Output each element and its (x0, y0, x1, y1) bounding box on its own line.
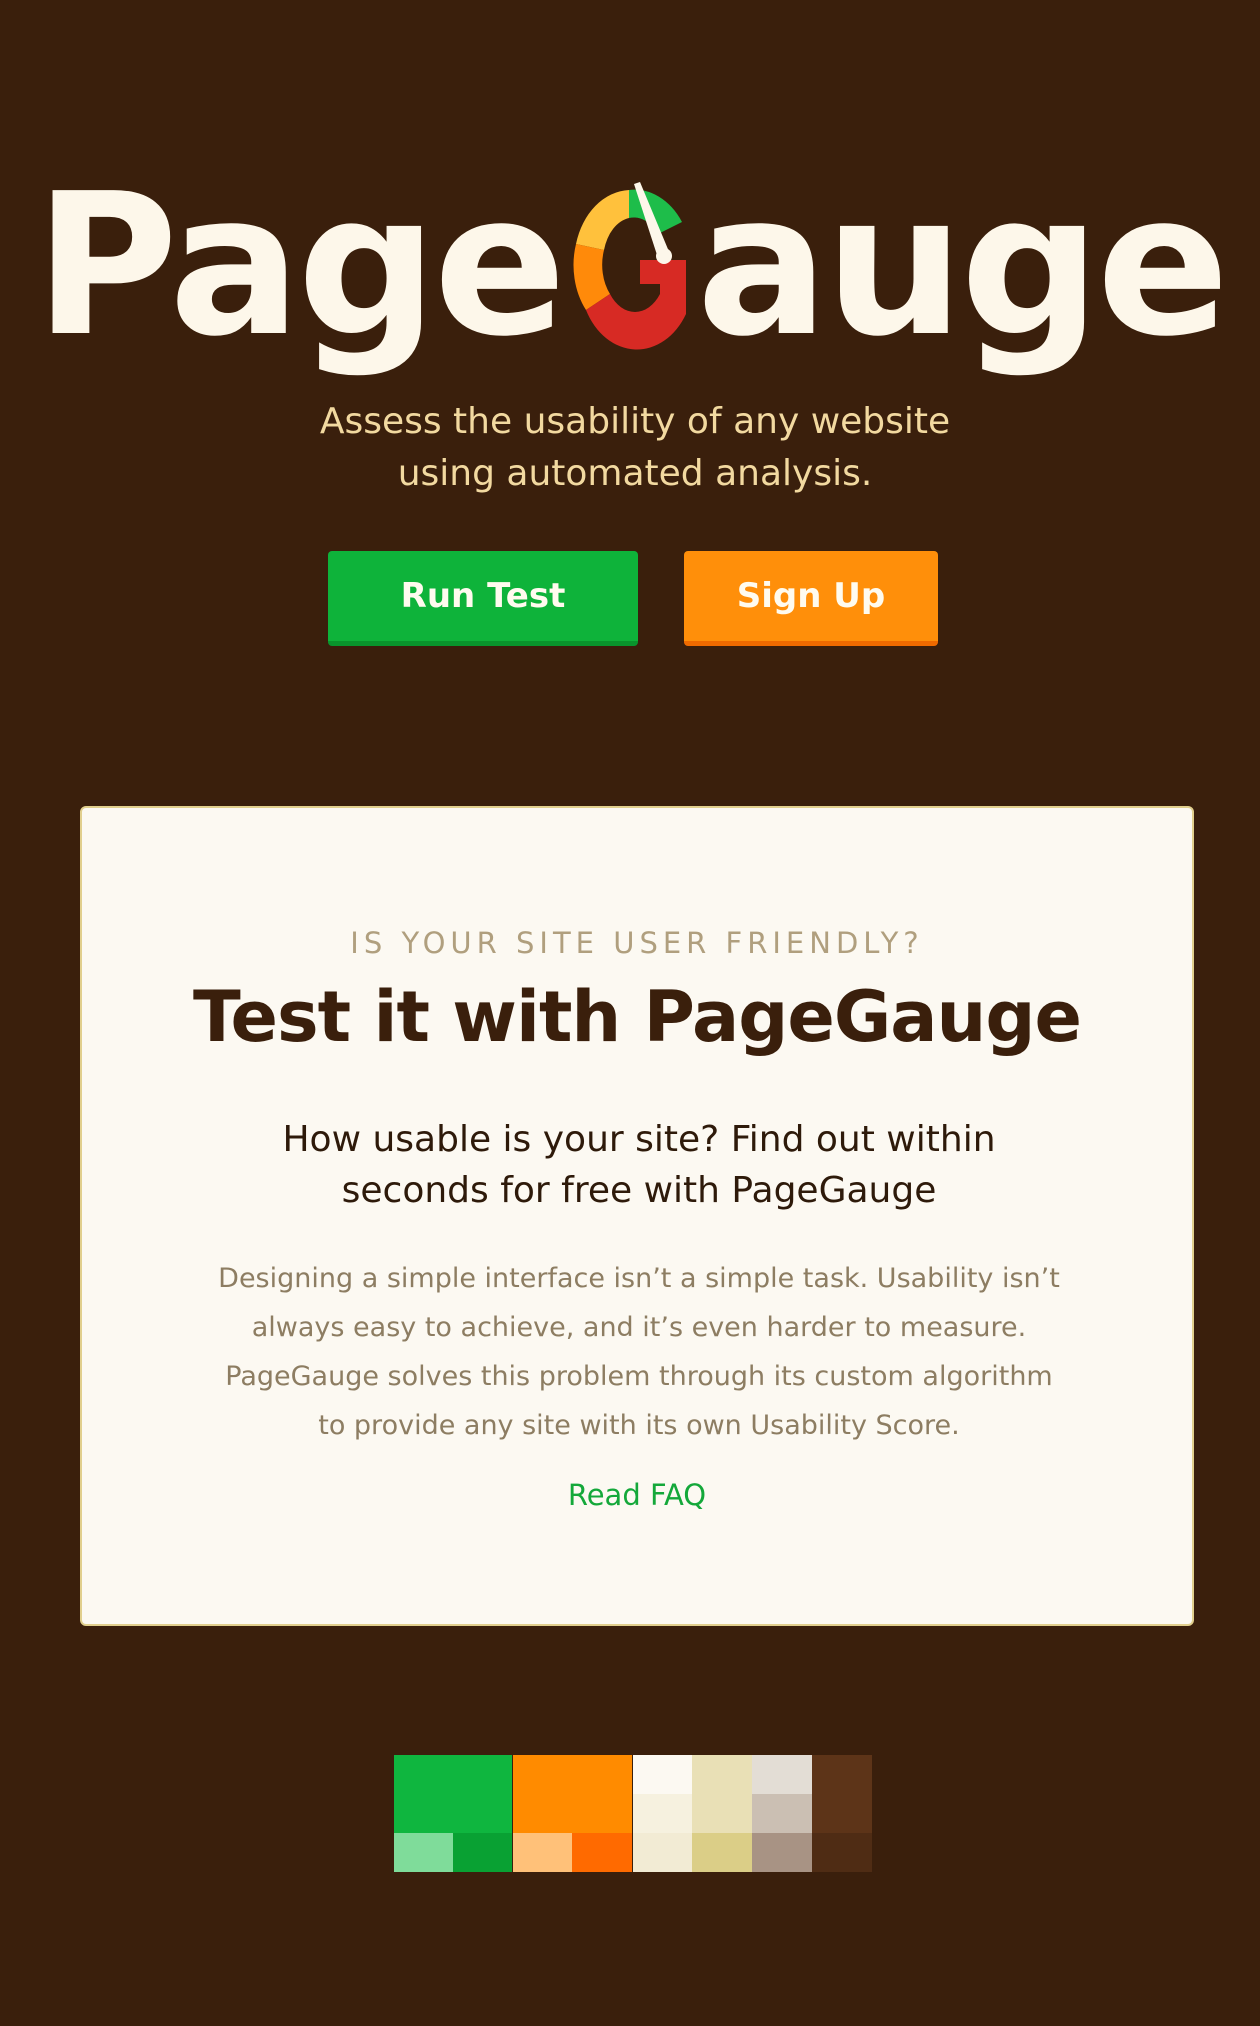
swatch-green-light (394, 1833, 453, 1872)
swatch-brown-light (812, 1755, 872, 1833)
swatch-khaki-dark (692, 1833, 752, 1872)
run-test-button[interactable]: Run Test (328, 551, 638, 646)
card-body-line-1: Designing a simple interface isn’t a sim… (218, 1263, 1060, 1294)
color-palette (394, 1755, 872, 1872)
swatch-cream-2 (633, 1794, 692, 1833)
swatch-green-dark (453, 1833, 512, 1872)
info-card: IS YOUR SITE USER FRIENDLY? Test it with… (80, 806, 1194, 1626)
swatch-orange-dark (572, 1833, 632, 1872)
swatch-khaki-light (692, 1755, 752, 1833)
swatch-greige-3 (752, 1833, 812, 1872)
tagline-line-2: using automated analysis. (397, 453, 873, 494)
card-subtitle-line-1: How usable is your site? Find out within (282, 1119, 996, 1160)
swatch-brown-dark (812, 1833, 872, 1872)
read-faq-link[interactable]: Read FAQ (82, 1478, 1192, 1512)
logo-text-left: Page (34, 152, 567, 380)
card-body-line-4: to provide any site with its own Usabili… (318, 1410, 960, 1441)
swatch-cream-1 (633, 1755, 692, 1794)
card-body-line-2: always easy to achieve, and it’s even ha… (251, 1312, 1027, 1343)
tagline: Assess the usability of any website usin… (280, 396, 990, 500)
logo-text-right: auge (696, 152, 1229, 380)
gauge-letter-g-icon (573, 182, 687, 350)
swatch-greige-2 (752, 1794, 812, 1833)
swatch-green-main (394, 1755, 512, 1833)
swatch-cream-3 (633, 1833, 692, 1872)
card-subtitle-line-2: seconds for free with PageGauge (341, 1170, 937, 1211)
card-body-line-3: PageGauge solves this problem through it… (225, 1361, 1053, 1392)
swatch-greige-1 (752, 1755, 812, 1794)
tagline-line-1: Assess the usability of any website (319, 401, 951, 442)
card-subtitle: How usable is your site? Find out within… (232, 1114, 1046, 1216)
logo-gauge-icon (566, 168, 692, 378)
swatch-orange-main (513, 1755, 632, 1833)
logo[interactable]: Page auge (0, 168, 1260, 378)
sign-up-button[interactable]: Sign Up (684, 551, 938, 646)
card-title: Test it with PageGauge (193, 976, 1082, 1058)
card-eyebrow: IS YOUR SITE USER FRIENDLY? (350, 926, 924, 960)
card-body: Designing a simple interface isn’t a sim… (182, 1254, 1096, 1450)
swatch-orange-light (513, 1833, 572, 1872)
